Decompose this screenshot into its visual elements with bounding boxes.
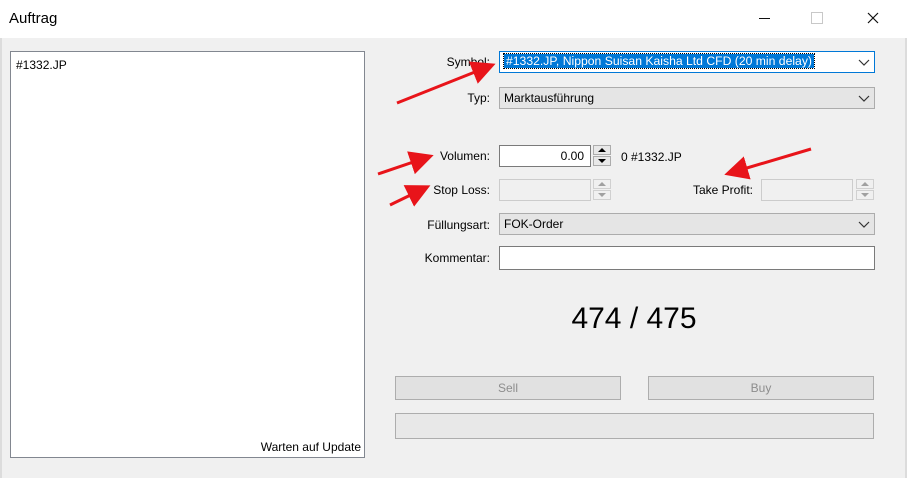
volume-stepper[interactable] bbox=[593, 145, 611, 167]
volume-input-value: 0.00 bbox=[560, 149, 584, 163]
comment-label: Kommentar: bbox=[424, 251, 490, 265]
tick-chart-panel: #1332.JP Warten auf Update bbox=[10, 51, 365, 458]
volume-input[interactable]: 0.00 bbox=[499, 145, 591, 167]
stop-loss-increase-button[interactable] bbox=[593, 179, 611, 189]
title-bar: Auftrag bbox=[0, 0, 907, 38]
maximize-icon bbox=[807, 8, 827, 28]
arrow-up-icon bbox=[861, 182, 869, 186]
stop-loss-stepper[interactable] bbox=[593, 179, 611, 201]
chart-status-text: Warten auf Update bbox=[260, 440, 361, 454]
arrow-down-icon bbox=[598, 193, 606, 197]
comment-input[interactable] bbox=[499, 246, 875, 270]
filling-select[interactable]: FOK-Order bbox=[499, 213, 875, 235]
buy-button[interactable]: Buy bbox=[648, 376, 874, 400]
filling-select-value: FOK-Order bbox=[504, 217, 564, 231]
order-action-bar[interactable] bbox=[395, 413, 874, 439]
volume-decrease-button[interactable] bbox=[593, 156, 611, 166]
arrow-up-icon bbox=[598, 148, 606, 152]
stop-loss-label: Stop Loss: bbox=[433, 183, 490, 197]
take-profit-label: Take Profit: bbox=[692, 183, 753, 197]
take-profit-stepper[interactable] bbox=[856, 179, 874, 201]
volume-label: Volumen: bbox=[439, 149, 490, 163]
volume-increase-button[interactable] bbox=[593, 145, 611, 155]
take-profit-increase-button[interactable] bbox=[856, 179, 874, 189]
type-select-value: Marktausführung bbox=[504, 91, 595, 105]
window-title: Auftrag bbox=[9, 10, 58, 27]
arrow-down-icon bbox=[598, 159, 606, 163]
take-profit-input[interactable] bbox=[761, 179, 853, 201]
filling-label: Füllungsart: bbox=[427, 218, 490, 232]
arrow-up-icon bbox=[598, 182, 606, 186]
take-profit-decrease-button[interactable] bbox=[856, 190, 874, 200]
type-select[interactable]: Marktausführung bbox=[499, 87, 875, 109]
sell-button[interactable]: Sell bbox=[395, 376, 621, 400]
symbol-select-value: #1332.JP, Nippon Suisan Kaisha Ltd CFD (… bbox=[503, 53, 815, 69]
window-border-left bbox=[0, 38, 2, 478]
stop-loss-input[interactable] bbox=[499, 179, 591, 201]
arrow-down-icon bbox=[861, 193, 869, 197]
chevron-down-icon bbox=[858, 95, 870, 102]
type-label: Typ: bbox=[467, 91, 490, 105]
bid-ask-quote: 474 / 475 bbox=[571, 302, 697, 335]
chart-symbol-label: #1332.JP bbox=[16, 58, 67, 72]
symbol-label: Symbol: bbox=[446, 55, 490, 69]
chevron-down-icon bbox=[858, 59, 870, 66]
volume-info: 0 #1332.JP bbox=[621, 150, 682, 164]
symbol-select[interactable]: #1332.JP, Nippon Suisan Kaisha Ltd CFD (… bbox=[499, 51, 875, 73]
chevron-down-icon bbox=[858, 221, 870, 228]
minimize-icon[interactable] bbox=[755, 8, 775, 28]
stop-loss-decrease-button[interactable] bbox=[593, 190, 611, 200]
close-icon[interactable] bbox=[863, 8, 883, 28]
